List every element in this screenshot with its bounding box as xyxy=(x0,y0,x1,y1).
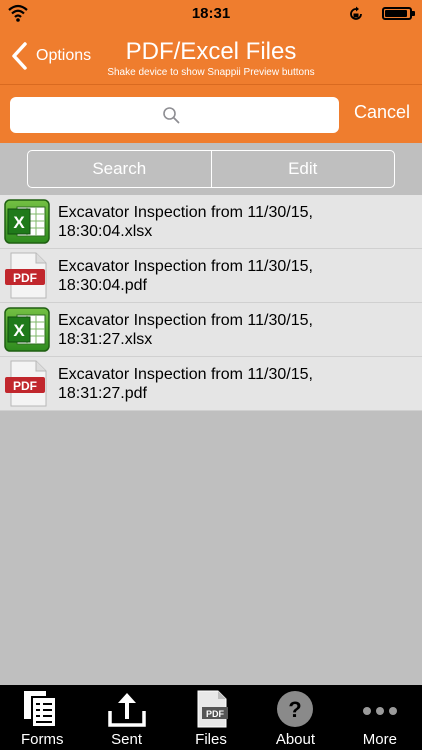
tab-sent[interactable]: Sent xyxy=(84,685,168,750)
search-icon xyxy=(163,107,180,124)
file-row-pdf-2[interactable]: PDF Excavator Inspection from 11/30/15, … xyxy=(0,357,422,411)
file-name-line2: 18:31:27.pdf xyxy=(58,385,147,402)
excel-file-icon: X xyxy=(4,199,50,244)
about-badge-text: ? xyxy=(289,697,302,722)
tab-about-label: About xyxy=(275,731,316,748)
tab-more[interactable]: More xyxy=(338,685,422,750)
pdf-badge-text: PDF xyxy=(13,379,37,393)
file-name: Excavator Inspection from 11/30/15, 18:3… xyxy=(58,311,408,349)
edit-segment-button[interactable]: Edit xyxy=(210,151,395,187)
file-row-xlsx-1[interactable]: X Excavator Inspection from 11/30/15, 18… xyxy=(0,195,422,249)
tab-files[interactable]: PDF Files xyxy=(169,685,253,750)
cancel-button[interactable]: Cancel xyxy=(354,102,410,123)
search-input[interactable] xyxy=(10,97,339,133)
excel-file-icon: X xyxy=(4,307,50,352)
rotation-lock-icon xyxy=(350,6,362,20)
page-subtitle: Shake device to show Snappii Preview but… xyxy=(107,67,315,78)
excel-badge-text: X xyxy=(13,321,25,340)
search-bar: Cancel xyxy=(0,84,422,143)
pdf-badge-text: PDF xyxy=(13,271,37,285)
file-name-line2: 18:31:27.xlsx xyxy=(58,331,153,348)
file-name-line1: Excavator Inspection from 11/30/15, xyxy=(58,312,313,329)
tab-bar: Forms Sent PDF Files ? About More xyxy=(0,685,422,750)
file-row-pdf-1[interactable]: PDF Excavator Inspection from 11/30/15, … xyxy=(0,249,422,303)
file-name-line2: 18:30:04.pdf xyxy=(58,277,147,294)
tab-forms[interactable]: Forms xyxy=(0,685,84,750)
tab-more-label: More xyxy=(362,731,397,748)
navigation-bar: Options PDF/Excel Files Shake device to … xyxy=(0,28,422,84)
file-name-line1: Excavator Inspection from 11/30/15, xyxy=(58,204,313,221)
page-title: PDF/Excel Files xyxy=(125,38,297,65)
tab-about[interactable]: ? About xyxy=(253,685,337,750)
pdf-file-icon: PDF xyxy=(5,360,47,407)
tab-forms-label: Forms xyxy=(20,731,64,748)
sent-icon xyxy=(107,693,146,727)
question-icon: ? xyxy=(277,691,314,727)
file-row-xlsx-2[interactable]: X Excavator Inspection from 11/30/15, 18… xyxy=(0,303,422,357)
status-bar: 18:31 xyxy=(0,0,422,28)
file-name-line2: 18:30:04.xlsx xyxy=(58,223,153,240)
search-segment-button[interactable]: Search xyxy=(28,151,211,187)
file-name: Excavator Inspection from 11/30/15, 18:3… xyxy=(58,203,408,241)
pdf-file-icon: PDF xyxy=(5,252,47,299)
file-name-line1: Excavator Inspection from 11/30/15, xyxy=(58,258,313,275)
file-name: Excavator Inspection from 11/30/15, 18:3… xyxy=(58,365,408,403)
files-icon: PDF xyxy=(197,690,229,728)
battery-icon xyxy=(382,7,415,20)
more-icon xyxy=(362,707,397,715)
excel-badge-text: X xyxy=(13,213,25,232)
files-badge-text: PDF xyxy=(206,709,225,719)
file-name: Excavator Inspection from 11/30/15, 18:3… xyxy=(58,257,408,295)
file-list: X Excavator Inspection from 11/30/15, 18… xyxy=(0,195,422,411)
forms-icon xyxy=(24,691,58,728)
tab-files-label: Files xyxy=(195,731,227,748)
segmented-control: Search Edit xyxy=(27,150,395,188)
tab-sent-label: Sent xyxy=(111,731,143,748)
file-name-line1: Excavator Inspection from 11/30/15, xyxy=(58,366,313,383)
segment-bar: Search Edit xyxy=(0,143,422,195)
